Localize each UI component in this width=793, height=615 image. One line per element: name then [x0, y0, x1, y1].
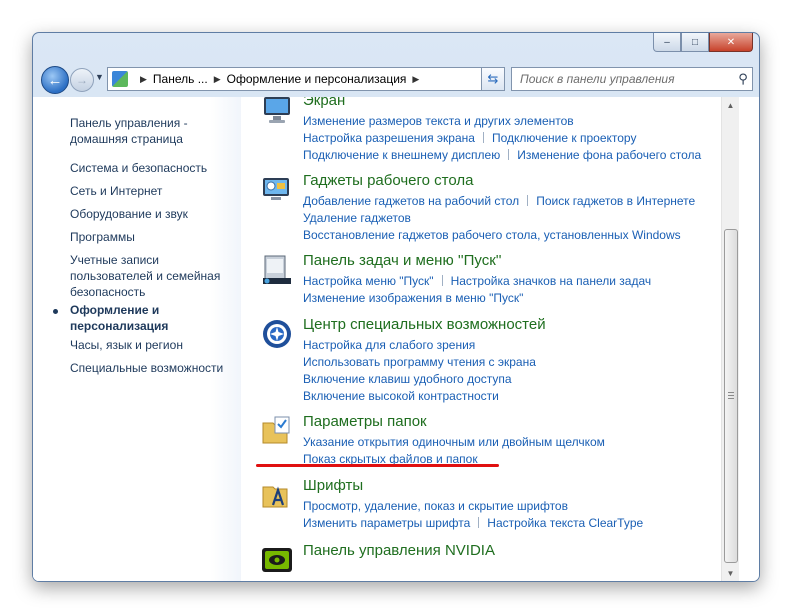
scroll-up-button[interactable]: ▲ — [723, 97, 738, 113]
refresh-button[interactable]: ⇆ — [481, 67, 505, 91]
address-bar[interactable]: ▶ Панель ... ▶ Оформление и персонализац… — [107, 67, 505, 91]
link-screen-reader[interactable]: Использовать программу чтения с экрана — [303, 355, 536, 369]
link-sticky-keys[interactable]: Включение клавиш удобного доступа — [303, 372, 512, 386]
gadgets-icon[interactable] — [261, 174, 293, 206]
search-box[interactable]: ⚲ — [511, 67, 753, 91]
sidebar: Панель управления - домашняя страница Си… — [33, 97, 241, 581]
link-screen-resolution[interactable]: Настройка разрешения экрана — [303, 131, 475, 145]
sidebar-item-label: персонализация — [70, 319, 169, 333]
category-links: Настройка для слабого зрения Использоват… — [303, 338, 733, 406]
link-single-double-click[interactable]: Указание открытия одиночным или двойным … — [303, 435, 605, 449]
window-body: Панель управления - домашняя страница Си… — [33, 97, 759, 581]
category-list: Экран Изменение размеров текста и других… — [245, 97, 739, 581]
category-title[interactable]: Центр специальных возможностей — [303, 316, 546, 333]
link-low-vision[interactable]: Настройка для слабого зрения — [303, 338, 475, 352]
link-separator — [508, 149, 510, 160]
monitor-icon[interactable] — [261, 97, 293, 126]
taskbar-icon[interactable] — [261, 254, 293, 286]
current-item-bullet-icon — [53, 309, 58, 314]
sidebar-item-network[interactable]: Сеть и Интернет — [70, 183, 230, 199]
breadcrumb-control-panel[interactable]: Панель ... — [153, 72, 208, 86]
category-title[interactable]: Экран — [303, 97, 345, 109]
recent-pages-dropdown[interactable]: ▼ — [95, 72, 104, 82]
sidebar-item-label: Оформление и — [70, 303, 160, 317]
chevron-right-icon[interactable]: ▶ — [412, 74, 419, 85]
minimize-button[interactable]: – — [653, 33, 681, 52]
refresh-icon: ⇆ — [487, 71, 499, 86]
maximize-button[interactable]: □ — [681, 33, 709, 52]
breadcrumb-appearance[interactable]: Оформление и персонализация — [227, 72, 407, 86]
category-title[interactable]: Панель задач и меню ''Пуск'' — [303, 252, 502, 269]
fonts-icon[interactable] — [261, 479, 293, 511]
link-customize-start-menu[interactable]: Настройка меню "Пуск" — [303, 274, 434, 288]
sidebar-home-line1: Панель управления - — [70, 116, 188, 130]
arrow-left-icon: ← — [47, 71, 63, 89]
category-links: Изменение размеров текста и других элеме… — [303, 114, 733, 165]
scrollbar-grip — [728, 395, 734, 396]
link-text-size[interactable]: Изменение размеров текста и других элеме… — [303, 114, 574, 128]
navigation-toolbar: ← → ▼ ▶ Панель ... ▶ Оформление и персон… — [33, 63, 759, 95]
link-separator — [441, 275, 443, 286]
triangle-up-icon: ▲ — [726, 100, 735, 110]
category-links: Просмотр, удаление, показ и скрытие шриф… — [303, 499, 733, 533]
category-title[interactable]: Шрифты — [303, 477, 363, 494]
category-title[interactable]: Гаджеты рабочего стола — [303, 172, 473, 189]
link-add-gadgets[interactable]: Добавление гаджетов на рабочий стол — [303, 194, 519, 208]
back-button[interactable]: ← — [41, 66, 69, 94]
link-separator — [478, 517, 480, 528]
category-links: Добавление гаджетов на рабочий стол Поиск… — [303, 194, 733, 245]
folder-options-icon[interactable] — [261, 415, 293, 447]
sidebar-item-appearance[interactable]: Оформление и персонализация — [70, 302, 230, 334]
link-cleartype[interactable]: Настройка текста ClearType — [487, 516, 643, 530]
search-input[interactable] — [518, 71, 734, 87]
vertical-scrollbar[interactable]: ▲ ▼ — [721, 97, 739, 581]
chevron-down-icon: ▼ — [95, 72, 104, 82]
link-taskbar-icons[interactable]: Настройка значков на панели задач — [451, 274, 652, 288]
link-font-settings[interactable]: Изменить параметры шрифта — [303, 516, 470, 530]
link-high-contrast[interactable]: Включение высокой контрастности — [303, 389, 499, 403]
search-icon[interactable]: ⚲ — [734, 71, 752, 87]
caption-buttons: – □ ✕ — [653, 33, 753, 52]
forward-button[interactable]: → — [70, 68, 94, 92]
link-external-display[interactable]: Подключение к внешнему дисплею — [303, 148, 500, 162]
category-links: Настройка меню "Пуск" Настройка значков н… — [303, 274, 733, 308]
scroll-down-button[interactable]: ▼ — [723, 565, 738, 581]
link-restore-gadgets[interactable]: Восстановление гаджетов рабочего стола, … — [303, 228, 681, 242]
triangle-down-icon: ▼ — [726, 568, 735, 578]
link-manage-fonts[interactable]: Просмотр, удаление, показ и скрытие шриф… — [303, 499, 568, 513]
sidebar-item-label: пользователей и семейная — [70, 269, 221, 283]
link-find-gadgets-online[interactable]: Поиск гаджетов в Интернете — [536, 194, 695, 208]
ease-of-access-icon[interactable] — [261, 318, 293, 350]
sidebar-item-user-accounts[interactable]: Учетные записи пользователей и семейная … — [70, 252, 230, 300]
link-separator — [527, 195, 529, 206]
scrollbar-grip — [728, 392, 734, 393]
control-panel-window: – □ ✕ ← → ▼ ▶ Панель ... ▶ Оформление и … — [32, 32, 760, 582]
link-connect-projector[interactable]: Подключение к проектору — [492, 131, 637, 145]
nvidia-icon[interactable] — [261, 544, 293, 576]
chevron-right-icon[interactable]: ▶ — [140, 74, 147, 85]
sidebar-item-ease-of-access[interactable]: Специальные возможности — [70, 360, 230, 376]
sidebar-home-line2: домашняя страница — [70, 132, 183, 146]
close-button[interactable]: ✕ — [709, 33, 753, 52]
control-panel-icon — [112, 71, 128, 87]
link-separator — [482, 132, 484, 143]
highlight-underline — [256, 464, 499, 467]
sidebar-item-label: безопасность — [70, 285, 146, 299]
sidebar-item-hardware-sound[interactable]: Оборудование и звук — [70, 206, 230, 222]
sidebar-item-label: Учетные записи — [70, 253, 159, 267]
scrollbar-grip — [728, 398, 734, 399]
link-desktop-background[interactable]: Изменение фона рабочего стола — [517, 148, 701, 162]
sidebar-home-link[interactable]: Панель управления - домашняя страница — [70, 115, 230, 147]
link-remove-gadgets[interactable]: Удаление гаджетов — [303, 211, 411, 225]
sidebar-item-system-security[interactable]: Система и безопасность — [70, 160, 230, 176]
sidebar-item-programs[interactable]: Программы — [70, 229, 230, 245]
chevron-right-icon[interactable]: ▶ — [214, 74, 221, 85]
sidebar-item-clock-language[interactable]: Часы, язык и регион — [70, 337, 230, 353]
link-start-menu-picture[interactable]: Изменение изображения в меню "Пуск" — [303, 291, 523, 305]
scrollbar-thumb[interactable] — [724, 229, 738, 563]
category-title[interactable]: Панель управления NVIDIA — [303, 542, 495, 559]
arrow-right-icon: → — [76, 73, 88, 87]
category-title[interactable]: Параметры папок — [303, 413, 427, 430]
